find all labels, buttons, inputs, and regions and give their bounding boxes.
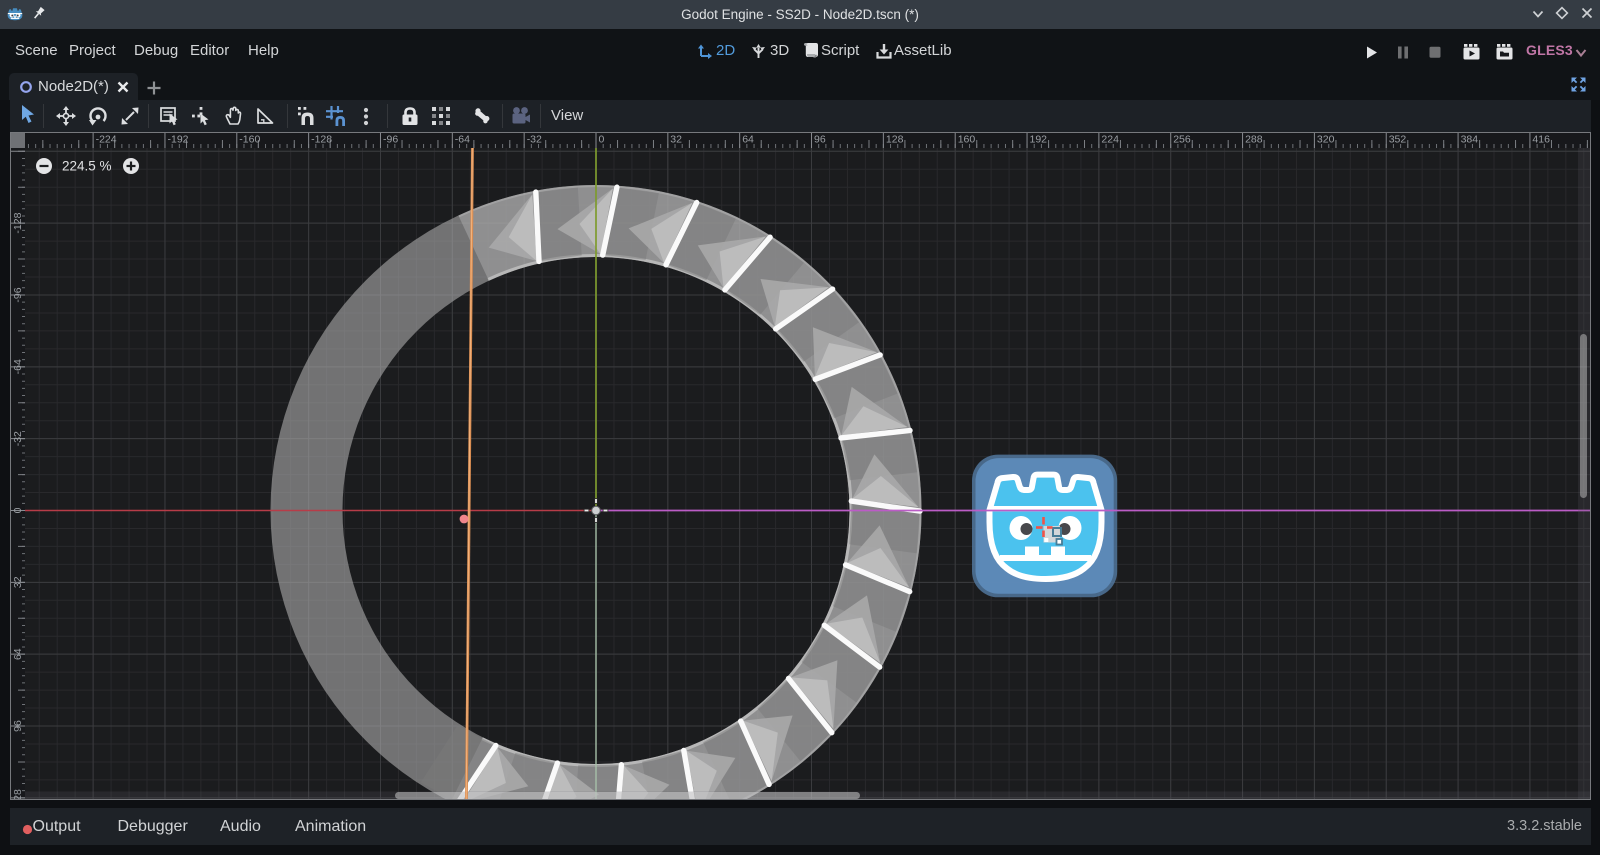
svg-text:160: 160 (958, 134, 976, 146)
svg-text:256: 256 (1173, 134, 1191, 146)
svg-text:-224: -224 (96, 134, 117, 146)
svg-text:192: 192 (1030, 134, 1048, 146)
svg-text:-96: -96 (383, 134, 398, 146)
svg-text:224.5 %: 224.5 % (62, 159, 112, 174)
svg-text:-128: -128 (311, 134, 332, 146)
svg-text:-96: -96 (12, 287, 24, 302)
svg-text:0: 0 (599, 134, 605, 146)
svg-text:96: 96 (12, 720, 24, 732)
svg-text:320: 320 (1317, 134, 1335, 146)
svg-text:-192: -192 (168, 134, 189, 146)
svg-text:288: 288 (1245, 134, 1263, 146)
svg-text:384: 384 (1461, 134, 1479, 146)
svg-text:32: 32 (670, 134, 682, 146)
svg-text:128: 128 (886, 134, 904, 146)
svg-text:64: 64 (12, 648, 24, 660)
svg-text:-160: -160 (239, 134, 260, 146)
svg-text:-32: -32 (12, 431, 24, 446)
svg-text:-64: -64 (455, 134, 470, 146)
svg-text:352: 352 (1389, 134, 1407, 146)
svg-text:64: 64 (742, 134, 754, 146)
svg-text:32: 32 (12, 576, 24, 588)
svg-text:416: 416 (1532, 134, 1550, 146)
svg-text:0: 0 (12, 507, 24, 513)
svg-text:-64: -64 (12, 359, 24, 374)
svg-text:224: 224 (1101, 134, 1119, 146)
svg-text:-128: -128 (12, 212, 24, 233)
svg-text:128: 128 (12, 789, 24, 800)
svg-text:96: 96 (814, 134, 826, 146)
svg-text:-32: -32 (527, 134, 542, 146)
